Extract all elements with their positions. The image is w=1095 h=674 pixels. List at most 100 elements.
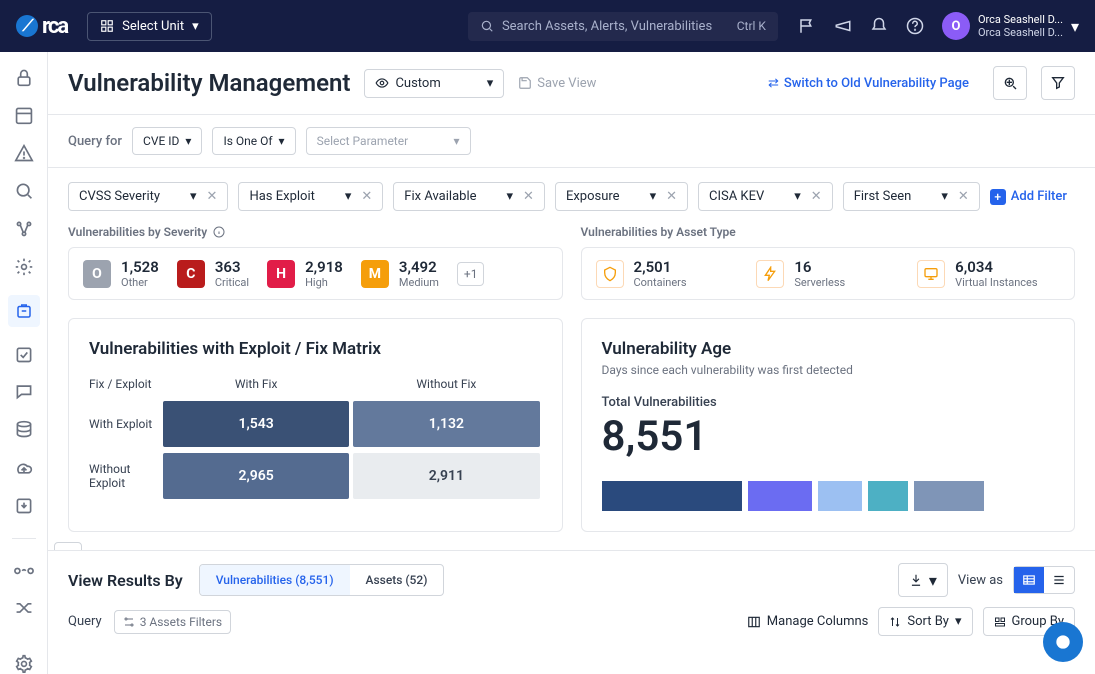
alert-icon[interactable] bbox=[14, 144, 34, 164]
asset-label: Virtual Instances bbox=[955, 276, 1037, 289]
severity-item-high[interactable]: H2,918High bbox=[267, 258, 343, 289]
global-search[interactable]: Search Assets, Alerts, Vulnerabilities C… bbox=[468, 12, 778, 41]
severity-count: 363 bbox=[215, 258, 249, 276]
sidebar bbox=[0, 52, 48, 674]
lock-icon[interactable] bbox=[14, 68, 34, 88]
result-tab[interactable]: Vulnerabilities (8,551) bbox=[200, 565, 350, 595]
database-icon[interactable] bbox=[14, 420, 34, 440]
severity-label: Medium bbox=[399, 276, 439, 289]
graph-icon[interactable] bbox=[14, 219, 34, 239]
avatar-initial: O bbox=[951, 19, 960, 34]
announcement-icon[interactable] bbox=[834, 17, 852, 35]
age-bar-segment[interactable] bbox=[818, 481, 862, 511]
severity-badge: H bbox=[267, 260, 295, 288]
result-tab[interactable]: Assets (52) bbox=[350, 565, 444, 595]
table-icon bbox=[1022, 573, 1036, 587]
save-view-button[interactable]: Save View bbox=[518, 76, 596, 91]
matrix-cell[interactable]: 2,911 bbox=[353, 453, 539, 499]
user-menu[interactable]: O Orca Seashell D... Orca Seashell D... … bbox=[942, 12, 1079, 40]
asset-item-virtual-instances[interactable]: 6,034Virtual Instances bbox=[917, 258, 1060, 289]
flag-icon[interactable] bbox=[798, 17, 816, 35]
age-bar-segment[interactable] bbox=[602, 481, 742, 511]
filter-chip-exposure[interactable]: Exposure▾✕ bbox=[555, 182, 688, 211]
infinity-icon[interactable] bbox=[14, 561, 34, 581]
view-results-label: View Results By bbox=[68, 571, 183, 590]
filter-chip-cvss-severity[interactable]: CVSS Severity ▾ ✕ bbox=[68, 182, 228, 211]
query-operator-dropdown[interactable]: Is One Of▾ bbox=[212, 127, 295, 155]
chevron-down-icon: ▾ bbox=[345, 189, 352, 204]
filter-chip-first-seen[interactable]: First Seen▾✕ bbox=[843, 182, 980, 211]
severity-item-medium[interactable]: M3,492Medium bbox=[361, 258, 439, 289]
filter-chip-cisa-kev[interactable]: CISA KEV▾✕ bbox=[698, 182, 833, 211]
view-as-controls: ▾ View as bbox=[898, 563, 1075, 597]
settings-icon[interactable] bbox=[14, 654, 34, 674]
dashboard-icon[interactable] bbox=[14, 106, 34, 126]
checklist-icon[interactable] bbox=[14, 345, 34, 365]
columns-icon bbox=[747, 615, 761, 629]
switch-old-page-link[interactable]: ⇄ Switch to Old Vulnerability Page bbox=[768, 76, 969, 91]
chevron-down-icon: ▾ bbox=[941, 189, 948, 204]
severity-item-critical[interactable]: C363Critical bbox=[177, 258, 249, 289]
info-icon[interactable] bbox=[213, 226, 225, 238]
query-field-label: CVE ID bbox=[143, 134, 179, 148]
close-icon[interactable]: ✕ bbox=[523, 189, 534, 204]
matrix-cell[interactable]: 1,132 bbox=[353, 401, 539, 447]
cloud-icon[interactable] bbox=[14, 458, 34, 478]
ai-button[interactable] bbox=[993, 66, 1027, 100]
chat-fab[interactable] bbox=[1043, 622, 1083, 662]
view-table-button[interactable] bbox=[1014, 567, 1044, 593]
view-mode-label: Custom bbox=[395, 76, 440, 91]
plus-icon: + bbox=[990, 189, 1006, 205]
filter-button[interactable] bbox=[1041, 66, 1075, 100]
add-filter-button[interactable]: +Add Filter bbox=[990, 189, 1067, 205]
bell-icon[interactable] bbox=[870, 17, 888, 35]
query-field-dropdown[interactable]: CVE ID▾ bbox=[132, 127, 202, 155]
matrix-col-0: With Fix bbox=[161, 377, 351, 391]
cards-row: Vulnerabilities with Exploit / Fix Matri… bbox=[48, 300, 1095, 550]
asset-text: 16Serverless bbox=[794, 258, 845, 289]
logo-mark: ⟋ bbox=[16, 15, 38, 37]
result-tabs: Vulnerabilities (8,551)Assets (52) bbox=[199, 564, 445, 596]
view-list-button[interactable] bbox=[1044, 567, 1074, 593]
select-unit-dropdown[interactable]: Select Unit ▾ bbox=[87, 12, 212, 41]
severity-badge: O bbox=[83, 260, 111, 288]
asset-item-serverless[interactable]: 16Serverless bbox=[756, 258, 899, 289]
chat-icon[interactable] bbox=[14, 382, 34, 402]
view-mode-dropdown[interactable]: Custom ▾ bbox=[364, 69, 504, 98]
grid-icon bbox=[100, 19, 114, 33]
query-param-input[interactable]: Select Parameter▾ bbox=[306, 127, 471, 155]
severity-more-button[interactable]: +1 bbox=[457, 262, 485, 286]
close-icon[interactable]: ✕ bbox=[361, 189, 372, 204]
close-icon[interactable]: ✕ bbox=[958, 189, 969, 204]
vulnerability-nav-icon[interactable] bbox=[8, 295, 40, 327]
asset-text: 2,501Containers bbox=[634, 258, 687, 289]
sort-by-dropdown[interactable]: Sort By▾ bbox=[878, 607, 972, 636]
age-bar-segment[interactable] bbox=[914, 481, 984, 511]
close-icon[interactable]: ✕ bbox=[811, 189, 822, 204]
close-icon[interactable]: ✕ bbox=[666, 189, 677, 204]
chevron-down-icon: ▾ bbox=[190, 189, 197, 204]
age-bars bbox=[602, 481, 1055, 511]
filter-chip-has-exploit[interactable]: Has Exploit ▾ ✕ bbox=[238, 182, 383, 211]
severity-item-other[interactable]: O1,528Other bbox=[83, 258, 159, 289]
shuffle-icon[interactable] bbox=[14, 598, 34, 618]
filter-chip-fix-available[interactable]: Fix Available▾✕ bbox=[393, 182, 545, 211]
filter-label: Has Exploit bbox=[249, 189, 314, 204]
gear-icon[interactable] bbox=[14, 257, 34, 277]
filter-label: CVSS Severity bbox=[79, 189, 160, 204]
matrix-cell[interactable]: 1,543 bbox=[163, 401, 349, 447]
chevron-down-icon: ▾ bbox=[192, 19, 199, 34]
search-nav-icon[interactable] bbox=[14, 181, 34, 201]
severity-label: Other bbox=[121, 276, 159, 289]
help-icon[interactable] bbox=[906, 17, 924, 35]
age-bar-segment[interactable] bbox=[868, 481, 908, 511]
matrix-cell[interactable]: 2,965 bbox=[163, 453, 349, 499]
manage-columns-button[interactable]: Manage Columns bbox=[747, 614, 869, 629]
assets-filter-chip[interactable]: 3 Assets Filters bbox=[114, 610, 231, 634]
export-button[interactable]: ▾ bbox=[898, 563, 948, 597]
download-icon[interactable] bbox=[14, 496, 34, 516]
close-icon[interactable]: ✕ bbox=[207, 189, 218, 204]
age-bar-segment[interactable] bbox=[748, 481, 812, 511]
asset-item-containers[interactable]: 2,501Containers bbox=[596, 258, 739, 289]
logo: ⟋ rca bbox=[16, 14, 67, 39]
